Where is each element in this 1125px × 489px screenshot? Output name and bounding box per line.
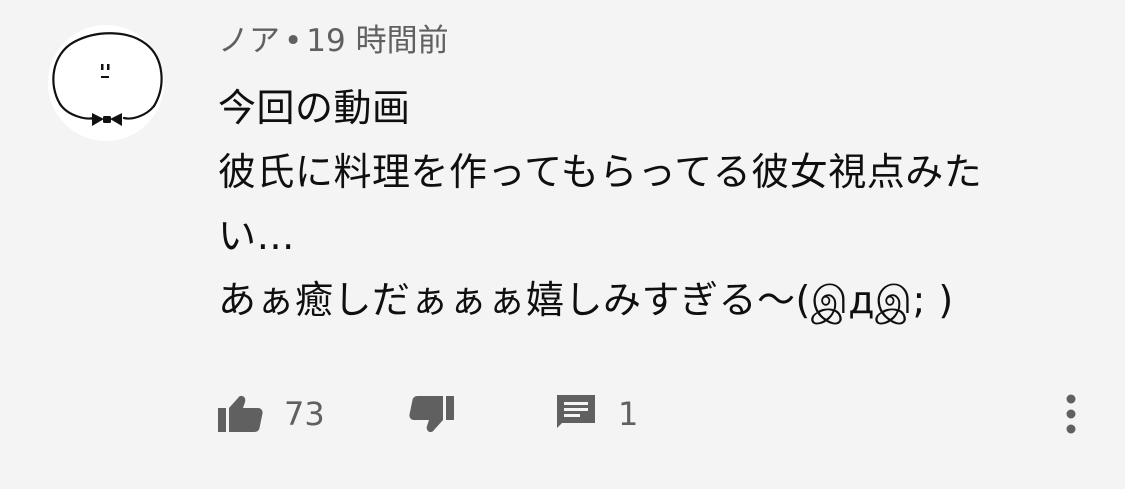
comment-line: あぁ癒しだぁぁぁ嬉しみすぎる〜(இдஇ; ) bbox=[218, 278, 954, 322]
comment-thread: ノア • 19 時間前 今回の動画 彼氏に料理を作ってもらってる彼女視点みた い… … bbox=[0, 0, 1125, 489]
dislike-button[interactable] bbox=[408, 388, 456, 440]
like-button[interactable]: 73 bbox=[216, 388, 325, 440]
reply-count: 1 bbox=[618, 395, 639, 433]
comment-actions: 73 1 bbox=[216, 388, 1096, 440]
reply-button[interactable]: 1 bbox=[554, 388, 638, 440]
avatar[interactable] bbox=[46, 24, 166, 142]
comment-line: 今回の動画 bbox=[218, 86, 411, 130]
comment-line: 彼氏に料理を作ってもらってる彼女視点みた bbox=[218, 150, 983, 194]
comment-line: い… bbox=[218, 214, 296, 258]
vertical-dots-icon bbox=[1066, 394, 1076, 434]
thumbs-up-icon bbox=[218, 395, 263, 432]
comment-meta: ノア • 19 時間前 bbox=[218, 18, 1078, 64]
more-options-button[interactable] bbox=[1056, 390, 1086, 438]
comment-content: ノア • 19 時間前 今回の動画 彼氏に料理を作ってもらってる彼女視点みた い… … bbox=[218, 18, 1078, 332]
author-name[interactable]: ノア bbox=[218, 23, 280, 59]
meta-separator: • bbox=[284, 23, 303, 59]
timestamp[interactable]: 19 時間前 bbox=[306, 23, 448, 59]
comment-icon bbox=[557, 395, 595, 428]
thumbs-down-icon bbox=[409, 396, 454, 433]
bowtie-face-avatar-icon bbox=[48, 25, 164, 141]
comment-text: 今回の動画 彼氏に料理を作ってもらってる彼女視点みた い… あぁ癒しだぁぁぁ嬉し… bbox=[218, 76, 1078, 332]
like-count: 73 bbox=[284, 395, 325, 433]
